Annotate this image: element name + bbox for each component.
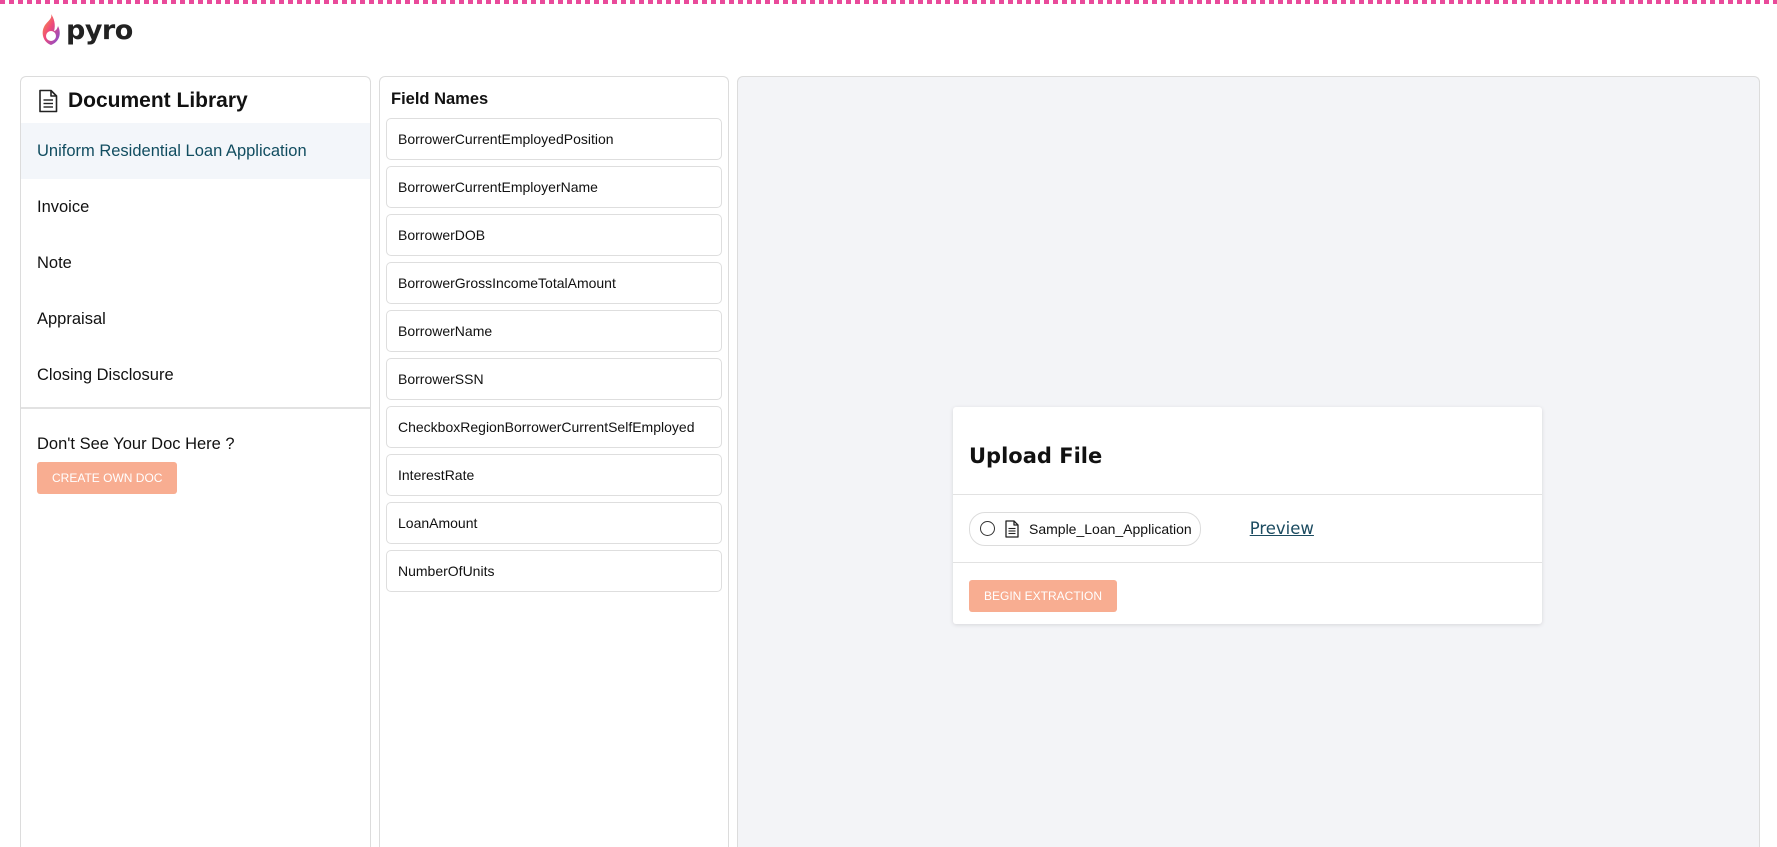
doc-item-appraisal[interactable]: Appraisal bbox=[21, 291, 370, 347]
card-actions: BEGIN EXTRACTION bbox=[953, 563, 1542, 629]
preview-link[interactable]: Preview bbox=[1250, 519, 1314, 538]
field-item[interactable]: BorrowerCurrentEmployedPosition bbox=[386, 118, 722, 160]
top-accent-border bbox=[0, 0, 1777, 4]
create-doc-prompt: Don't See Your Doc Here ? bbox=[37, 435, 235, 453]
doc-item-label: Invoice bbox=[37, 197, 90, 216]
upload-file-card: Upload File Sample_Loan_Application Prev… bbox=[953, 407, 1542, 624]
file-row: Sample_Loan_Application Preview bbox=[953, 495, 1542, 562]
upload-file-title: Upload File bbox=[969, 444, 1103, 468]
doc-item-uniform-residential-loan-application[interactable]: Uniform Residential Loan Application bbox=[21, 123, 370, 179]
doc-item-label: Note bbox=[37, 253, 72, 272]
field-names-panel: Field Names BorrowerCurrentEmployedPosit… bbox=[379, 76, 729, 847]
doc-item-invoice[interactable]: Invoice bbox=[21, 179, 370, 235]
field-list: BorrowerCurrentEmployedPosition Borrower… bbox=[380, 118, 728, 592]
flame-icon bbox=[42, 14, 60, 45]
file-name: Sample_Loan_Application bbox=[1029, 520, 1192, 537]
field-item[interactable]: BorrowerCurrentEmployerName bbox=[386, 166, 722, 208]
document-viewer-panel: Upload File Sample_Loan_Application Prev… bbox=[737, 76, 1760, 847]
document-library-panel: Document Library Uniform Residential Loa… bbox=[20, 76, 371, 847]
app-logo[interactable]: pyro bbox=[38, 12, 133, 48]
field-item[interactable]: InterestRate bbox=[386, 454, 722, 496]
field-item[interactable]: BorrowerSSN bbox=[386, 358, 722, 400]
doc-item-label: Appraisal bbox=[37, 309, 106, 328]
field-names-title: Field Names bbox=[391, 90, 489, 108]
create-own-doc-button[interactable]: CREATE OWN DOC bbox=[37, 462, 178, 494]
field-item[interactable]: CheckboxRegionBorrowerCurrentSelfEmploye… bbox=[386, 406, 722, 448]
document-library-header: Document Library bbox=[21, 79, 370, 123]
create-doc-section: Don't See Your Doc Here ? CREATE OWN DOC bbox=[21, 409, 370, 520]
doc-item-label: Closing Disclosure bbox=[37, 365, 174, 384]
document-icon bbox=[39, 89, 58, 113]
logo-text: pyro bbox=[66, 14, 133, 46]
document-list: Uniform Residential Loan Application Inv… bbox=[21, 123, 370, 403]
field-item[interactable]: BorrowerName bbox=[386, 310, 722, 352]
file-chip[interactable]: Sample_Loan_Application bbox=[969, 511, 1201, 546]
radio-unselected-icon[interactable] bbox=[980, 521, 995, 536]
document-library-title: Document Library bbox=[68, 89, 248, 112]
document-icon bbox=[1005, 519, 1019, 538]
field-item[interactable]: BorrowerGrossIncomeTotalAmount bbox=[386, 262, 722, 304]
doc-item-label: Uniform Residential Loan Application bbox=[37, 141, 307, 160]
doc-item-note[interactable]: Note bbox=[21, 235, 370, 291]
field-item[interactable]: LoanAmount bbox=[386, 502, 722, 544]
field-item[interactable]: BorrowerDOB bbox=[386, 214, 722, 256]
begin-extraction-button[interactable]: BEGIN EXTRACTION bbox=[969, 580, 1118, 612]
doc-item-closing-disclosure[interactable]: Closing Disclosure bbox=[21, 347, 370, 403]
field-item[interactable]: NumberOfUnits bbox=[386, 550, 722, 592]
